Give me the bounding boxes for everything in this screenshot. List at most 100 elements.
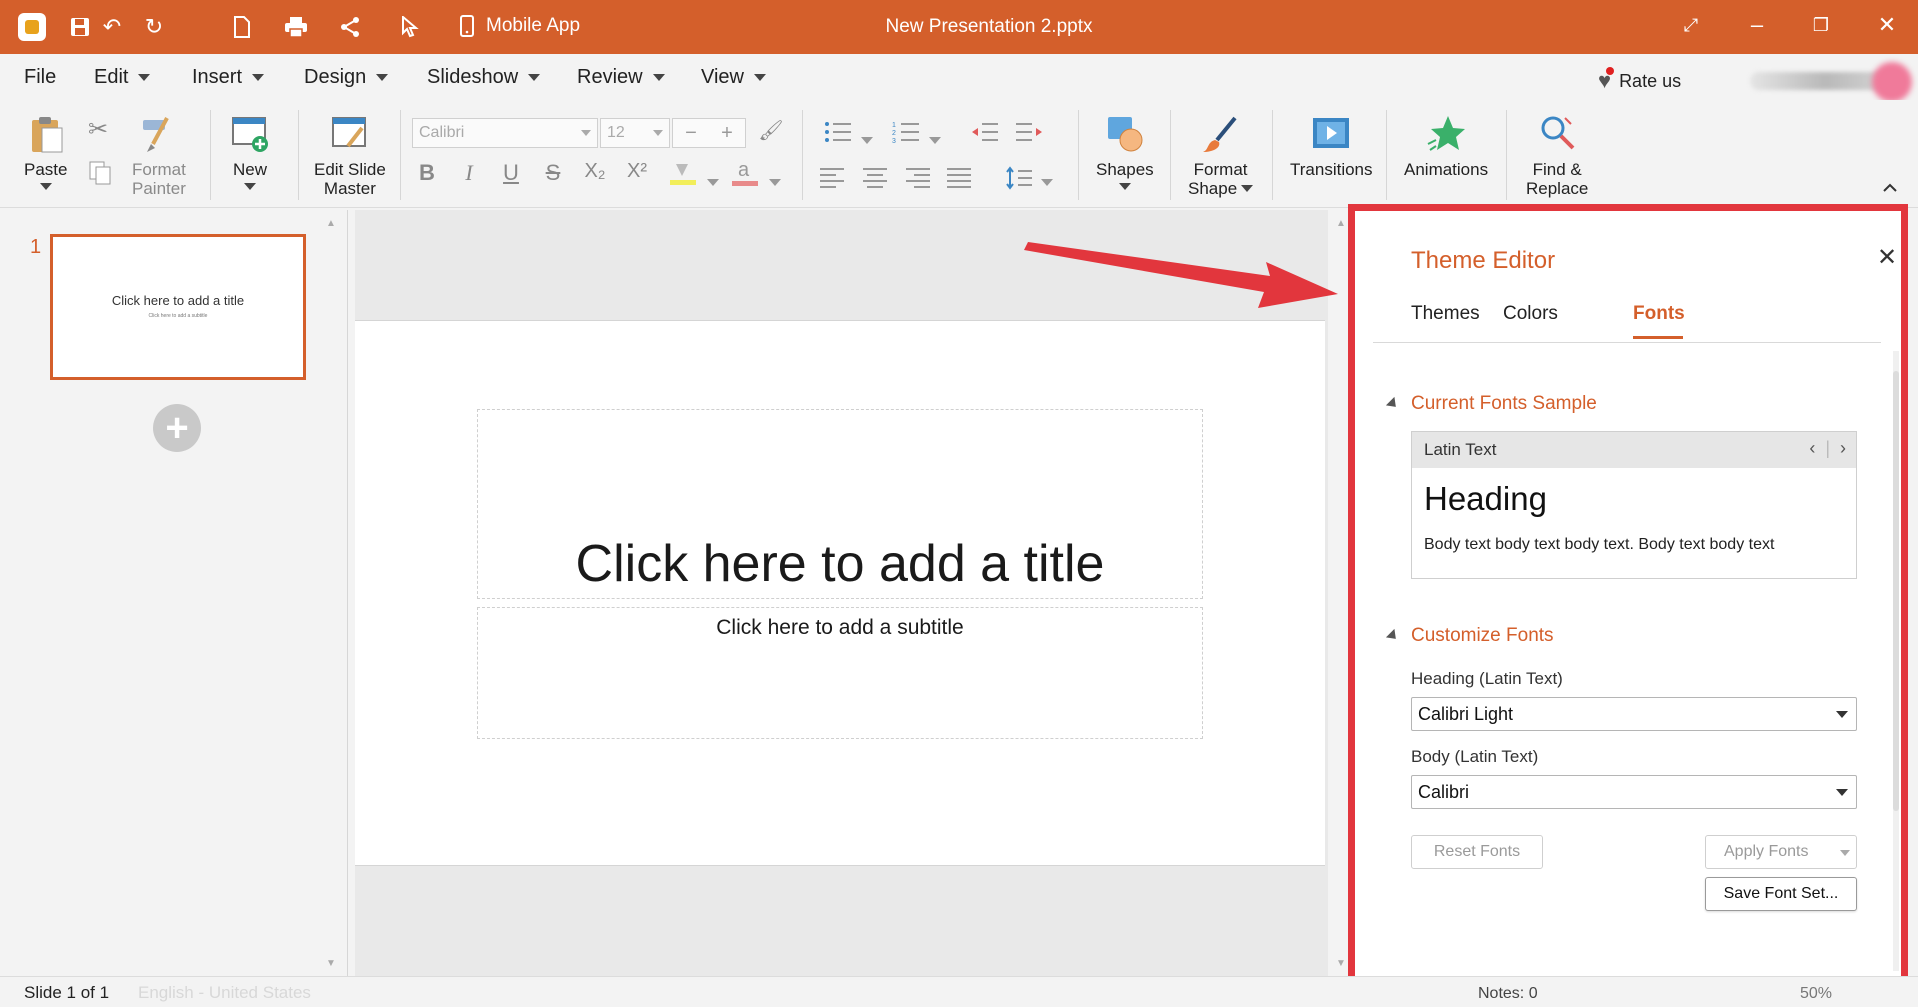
menu-bar: File Edit Insert Design Slideshow Review… xyxy=(0,54,1918,102)
panel-scrollbar[interactable] xyxy=(1893,351,1899,971)
menu-review[interactable]: Review xyxy=(577,66,665,89)
bold-icon[interactable]: B xyxy=(412,160,442,186)
customize-fonts-header[interactable]: Customize Fonts xyxy=(1385,625,1554,647)
scroll-up-icon[interactable]: ▲ xyxy=(326,218,336,229)
svg-text:3: 3 xyxy=(892,138,896,144)
clear-formatting-icon[interactable]: 🖌 xyxy=(756,118,786,143)
cut-button[interactable]: ✂ xyxy=(88,118,108,142)
align-left-icon[interactable] xyxy=(818,166,848,190)
shapes-button[interactable]: Shapes xyxy=(1096,114,1154,190)
menu-slideshow-label: Slideshow xyxy=(427,66,519,88)
edit-slide-master-button[interactable]: Edit Slide Master xyxy=(314,114,386,198)
chevron-right-icon[interactable]: › xyxy=(1840,438,1846,459)
increase-font-icon[interactable]: + xyxy=(721,122,733,145)
fonts-sample-box: Latin Text ‹ | › Heading Body text body … xyxy=(1411,431,1857,579)
align-center-icon[interactable] xyxy=(860,166,890,190)
format-shape-button[interactable]: Format Shape xyxy=(1188,114,1254,198)
zoom-level[interactable]: 50% xyxy=(1800,985,1832,1003)
chevron-down-icon xyxy=(652,74,665,81)
reset-fonts-button[interactable]: Reset Fonts xyxy=(1411,835,1543,869)
save-font-set-button[interactable]: Save Font Set... xyxy=(1705,877,1857,911)
italic-icon[interactable]: I xyxy=(454,160,484,186)
scroll-down-icon[interactable]: ▼ xyxy=(326,958,336,969)
slide-canvas[interactable]: Click here to add a title Click here to … xyxy=(355,320,1325,866)
menu-view[interactable]: View xyxy=(701,66,766,89)
subtitle-placeholder[interactable]: Click here to add a subtitle xyxy=(477,607,1203,739)
justify-icon[interactable] xyxy=(944,166,974,190)
scrollbar-thumb[interactable] xyxy=(1893,371,1899,811)
apply-fonts-label: Apply Fonts xyxy=(1724,843,1809,860)
superscript-icon[interactable]: X² xyxy=(622,160,652,183)
apply-fonts-button[interactable]: Apply Fonts xyxy=(1705,835,1857,869)
transitions-button[interactable]: Transitions xyxy=(1290,114,1373,179)
maximize-icon[interactable]: ❐ xyxy=(1806,15,1836,36)
notes-toggle[interactable]: Notes: 0 xyxy=(1478,985,1538,1003)
animations-button[interactable]: Animations xyxy=(1404,114,1488,179)
increase-indent-icon[interactable] xyxy=(1014,120,1044,144)
tab-themes[interactable]: Themes xyxy=(1411,303,1480,325)
sample-nav: ‹ | › xyxy=(1809,438,1846,459)
fullscreen-icon[interactable]: ⤢ xyxy=(1676,15,1706,36)
line-spacing-icon[interactable] xyxy=(1004,166,1034,190)
underline-icon[interactable]: U xyxy=(496,160,526,186)
rate-us-button[interactable]: ♥ Rate us xyxy=(1598,67,1682,94)
new-slide-button[interactable]: New xyxy=(230,114,270,190)
chevron-down-icon[interactable] xyxy=(698,166,728,192)
font-size-select[interactable]: 12 xyxy=(600,118,670,148)
tab-fonts[interactable]: Fonts xyxy=(1633,303,1685,325)
transitions-icon xyxy=(1313,118,1350,148)
editor-scroll-down-icon[interactable]: ▼ xyxy=(1336,958,1346,969)
copy-button[interactable] xyxy=(88,160,112,186)
decrease-font-icon[interactable]: − xyxy=(685,122,697,145)
rate-us-label: Rate us xyxy=(1619,70,1682,91)
menu-review-label: Review xyxy=(577,66,643,88)
ribbon-divider xyxy=(298,110,299,200)
font-color-icon[interactable]: a xyxy=(730,159,760,194)
chevron-down-icon xyxy=(1836,711,1848,718)
chevron-down-icon[interactable] xyxy=(852,124,882,150)
editor-scroll-up-icon[interactable]: ▲ xyxy=(1336,218,1346,229)
close-window-icon[interactable]: ✕ xyxy=(1872,12,1902,38)
collapse-ribbon-icon[interactable] xyxy=(1882,180,1898,198)
align-right-icon[interactable] xyxy=(902,166,932,190)
add-slide-button[interactable]: + xyxy=(153,404,201,452)
font-size-stepper[interactable]: − + xyxy=(672,118,746,148)
find-replace-button[interactable]: Find & Replace xyxy=(1526,114,1588,198)
avatar[interactable] xyxy=(1872,62,1912,102)
menu-insert[interactable]: Insert xyxy=(192,66,265,89)
chevron-down-icon xyxy=(754,74,766,81)
slide-thumbnail[interactable]: Click here to add a title Click here to … xyxy=(50,234,306,380)
ribbon-toolbar: Paste ✂ Format Painter New Edit Slide Ma… xyxy=(0,100,1918,208)
heart-icon: ♥ xyxy=(1598,67,1615,94)
numbering-icon[interactable]: 123 xyxy=(892,120,922,144)
body-font-select[interactable]: Calibri xyxy=(1411,775,1857,809)
ribbon-divider xyxy=(802,110,803,200)
format-shape-line1: Format xyxy=(1193,160,1248,179)
chevron-down-icon[interactable] xyxy=(1032,166,1062,192)
active-tab-indicator xyxy=(1633,336,1683,339)
current-fonts-sample-header[interactable]: Current Fonts Sample xyxy=(1385,393,1597,415)
menu-edit[interactable]: Edit xyxy=(94,66,151,89)
highlight-color-icon[interactable] xyxy=(668,160,698,192)
tab-colors[interactable]: Colors xyxy=(1503,303,1558,325)
chevron-left-icon[interactable]: ‹ xyxy=(1809,438,1815,459)
body-font-value: Calibri xyxy=(1418,782,1470,802)
format-painter-button[interactable]: Format Painter xyxy=(132,114,186,198)
bullets-icon[interactable] xyxy=(824,120,854,144)
heading-font-select[interactable]: Calibri Light xyxy=(1411,697,1857,731)
title-placeholder[interactable]: Click here to add a title xyxy=(477,409,1203,599)
strikethrough-icon[interactable]: S xyxy=(538,160,568,186)
minimize-icon[interactable]: – xyxy=(1742,12,1772,38)
language-indicator[interactable]: English - United States xyxy=(138,983,311,1003)
subscript-icon[interactable]: X₂ xyxy=(580,160,610,183)
chevron-down-icon[interactable] xyxy=(760,166,790,192)
menu-file[interactable]: File xyxy=(24,66,56,89)
ribbon-divider xyxy=(1506,110,1507,200)
chevron-down-icon[interactable] xyxy=(920,124,950,150)
menu-design[interactable]: Design xyxy=(304,66,389,89)
paste-button[interactable]: Paste xyxy=(24,114,67,190)
menu-slideshow[interactable]: Slideshow xyxy=(427,66,541,89)
close-icon[interactable]: ✕ xyxy=(1877,243,1897,272)
decrease-indent-icon[interactable] xyxy=(970,120,1000,144)
font-name-select[interactable]: Calibri xyxy=(412,118,598,148)
